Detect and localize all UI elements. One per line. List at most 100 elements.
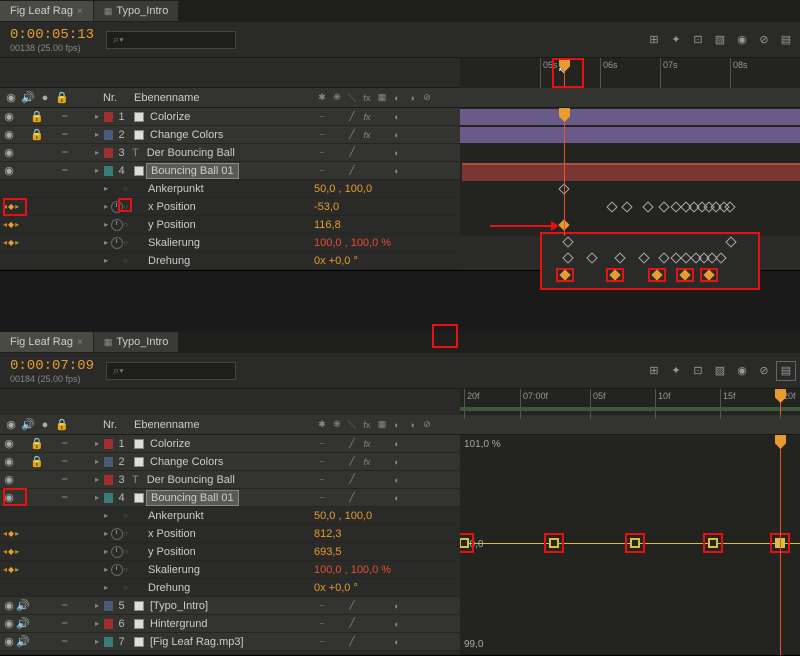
switch-icon[interactable]: ╱ xyxy=(346,147,358,159)
twirl-icon[interactable]: ▸ xyxy=(92,130,102,139)
property-value[interactable]: 100,0 , 100,0 % xyxy=(312,564,391,576)
property-value[interactable]: 693,5 xyxy=(312,546,342,558)
stopwatch-icon[interactable] xyxy=(111,237,123,249)
property-value[interactable]: -53,0 xyxy=(312,201,339,213)
layer-name[interactable]: Change Colors xyxy=(146,456,223,468)
switch-icon[interactable]: ✱ xyxy=(316,92,328,104)
color-label[interactable] xyxy=(104,439,113,449)
tool-icon[interactable]: ⊡ xyxy=(688,30,708,50)
switch-icon[interactable] xyxy=(331,438,343,450)
switch-icon[interactable] xyxy=(376,474,388,486)
keyframe[interactable] xyxy=(725,236,736,247)
switch-icon[interactable]: ◐ xyxy=(391,419,403,431)
shy-icon[interactable]: ⎯ xyxy=(62,110,68,123)
switch-icon[interactable]: ✱ xyxy=(316,419,328,431)
shy-icon[interactable]: ⎯ xyxy=(62,437,68,450)
twirl-icon[interactable]: ▸ xyxy=(92,637,102,646)
search-input[interactable] xyxy=(106,31,236,49)
shy-icon[interactable]: ⎯ xyxy=(62,128,68,141)
switch-icon[interactable]: ⎯ xyxy=(316,456,328,468)
lock-icon[interactable]: 🔒 xyxy=(30,110,44,123)
lock-icon[interactable]: 🔒 xyxy=(55,91,69,104)
speaker-icon[interactable]: 🔊 xyxy=(21,418,35,431)
layer-name[interactable]: [Fig Leaf Rag.mp3] xyxy=(146,636,244,648)
twirl-icon[interactable]: ▸ xyxy=(92,439,102,448)
color-label[interactable] xyxy=(104,637,113,647)
eye-icon[interactable]: ◉ xyxy=(2,455,16,468)
switch-icon[interactable] xyxy=(376,636,388,648)
switch-icon[interactable] xyxy=(376,492,388,504)
switch-icon[interactable] xyxy=(331,129,343,141)
tab-figleaf[interactable]: Fig Leaf Rag× xyxy=(0,332,94,352)
switch-icon[interactable] xyxy=(331,636,343,648)
timecode[interactable]: 0:00:07:09 xyxy=(4,358,104,374)
switch-icon[interactable]: ⎯ xyxy=(316,111,328,123)
switch-icon[interactable]: ◐ xyxy=(391,618,403,630)
color-label[interactable] xyxy=(104,601,113,611)
keyframe[interactable] xyxy=(658,201,669,212)
tool-icon[interactable]: ⊘ xyxy=(754,30,774,50)
property-value[interactable]: 50,0 , 100,0 xyxy=(312,183,372,195)
graph-keyframe[interactable] xyxy=(460,538,469,548)
switch-icon[interactable]: ❋ xyxy=(331,419,343,431)
tab-typo[interactable]: ▦Typo_Intro xyxy=(94,332,180,352)
switch-icon[interactable]: ⎯ xyxy=(316,474,328,486)
shy-icon[interactable]: ⎯ xyxy=(62,617,68,630)
layer-name[interactable]: [Typo_Intro] xyxy=(146,600,208,612)
tool-icon[interactable]: ▧ xyxy=(710,30,730,50)
lock-icon[interactable]: 🔒 xyxy=(55,418,69,431)
switch-icon[interactable]: ⎯ xyxy=(316,492,328,504)
twirl-icon[interactable]: ▸ xyxy=(92,457,102,466)
color-label[interactable] xyxy=(104,457,113,467)
eye-icon[interactable]: ◉ xyxy=(4,418,18,431)
next-kf-icon[interactable]: ▸ xyxy=(15,529,19,538)
add-kf-icon[interactable]: ◆ xyxy=(8,565,14,574)
add-kf-icon[interactable]: ◆ xyxy=(8,547,14,556)
eye-icon[interactable]: ◉ xyxy=(2,599,16,612)
graph-editor[interactable]: 101,0 % 00,0 99,0 xyxy=(460,435,800,655)
switch-icon[interactable]: ◐ xyxy=(391,92,403,104)
switch-icon[interactable]: ⎯ xyxy=(316,147,328,159)
tool-icon[interactable]: ◉ xyxy=(732,361,752,381)
twirl-icon[interactable]: ▸ xyxy=(101,256,111,265)
layer-name[interactable]: Change Colors xyxy=(146,129,223,141)
switch-icon[interactable] xyxy=(376,147,388,159)
keyframe[interactable] xyxy=(562,236,573,247)
eye-icon[interactable]: ◉ xyxy=(2,635,16,648)
layer-row[interactable]: ◉ ⎯ ▸3 TDer Bouncing Ball ⎯╱◐ xyxy=(0,144,460,162)
switch-icon[interactable]: ◑ xyxy=(406,419,418,431)
switch-icon[interactable] xyxy=(331,456,343,468)
add-kf-icon[interactable]: ◆ xyxy=(8,238,14,247)
switch-icon[interactable]: ◐ xyxy=(391,474,403,486)
keyframe[interactable] xyxy=(642,201,653,212)
fx-icon[interactable]: fx xyxy=(361,438,373,450)
expression-icon[interactable]: ○ xyxy=(123,529,128,538)
layer-row[interactable]: ◉🔒 ⎯ ▸1 Colorize ⎯╱fx◐ xyxy=(0,108,460,126)
switch-icon[interactable]: ◐ xyxy=(391,111,403,123)
keyframe[interactable] xyxy=(638,252,649,263)
expression-icon[interactable]: ○ xyxy=(123,256,128,265)
tab-figleaf[interactable]: Fig Leaf Rag× xyxy=(0,1,94,21)
switch-icon[interactable]: ╱ xyxy=(346,438,358,450)
switch-icon[interactable] xyxy=(331,147,343,159)
layer-name[interactable]: Der Bouncing Ball xyxy=(143,474,235,486)
graph-keyframe[interactable] xyxy=(630,538,640,548)
speaker-icon[interactable]: 🔊 xyxy=(21,91,35,104)
switch-icon[interactable] xyxy=(376,600,388,612)
timecode[interactable]: 0:00:05:13 xyxy=(4,27,104,43)
switch-icon[interactable] xyxy=(331,165,343,177)
switch-icon[interactable] xyxy=(376,618,388,630)
expression-icon[interactable]: ○ xyxy=(123,547,128,556)
twirl-icon[interactable]: ▸ xyxy=(101,220,111,229)
eye-icon[interactable]: ◉ xyxy=(2,617,16,630)
next-kf-icon[interactable]: ▸ xyxy=(15,565,19,574)
next-kf-icon[interactable]: ▸ xyxy=(15,238,19,247)
switch-icon[interactable] xyxy=(376,456,388,468)
fx-icon[interactable]: fx xyxy=(361,456,373,468)
timeline-track-area[interactable] xyxy=(460,108,800,236)
tool-icon[interactable]: ⊞ xyxy=(644,361,664,381)
shy-icon[interactable]: ⎯ xyxy=(62,455,68,468)
speaker-icon[interactable]: 🔊 xyxy=(16,617,30,630)
expression-icon[interactable]: ○ xyxy=(123,220,128,229)
switch-icon[interactable]: ◐ xyxy=(391,636,403,648)
